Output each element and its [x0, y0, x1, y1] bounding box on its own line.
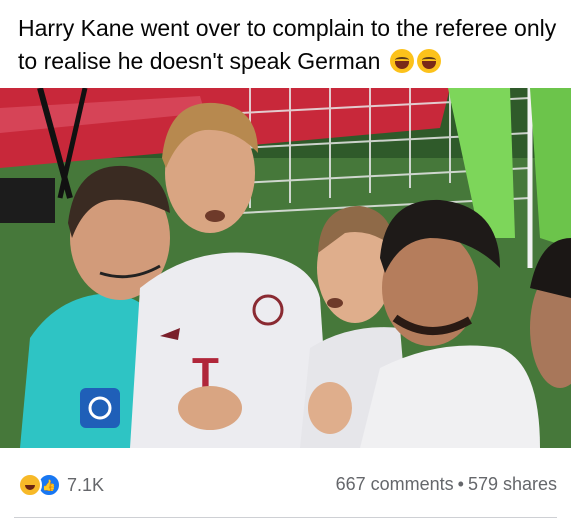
reactions-summary[interactable]: 👍 7.1K — [18, 473, 104, 497]
stats-separator: • — [457, 474, 464, 494]
tears-of-joy-emoji-icon — [416, 49, 441, 73]
tears-of-joy-emoji-icon — [389, 49, 414, 73]
post-caption: Harry Kane went over to complain to the … — [18, 12, 558, 78]
footer-divider — [14, 517, 557, 518]
post-photo[interactable]: T — [0, 88, 571, 448]
post-footer: 👍 7.1K 667 comments • 579 shares — [0, 448, 571, 524]
engagement-stats: 667 comments • 579 shares — [336, 474, 557, 495]
shares-count-link[interactable]: 579 shares — [468, 474, 557, 494]
comments-count-link[interactable]: 667 comments — [336, 474, 454, 494]
reaction-count: 7.1K — [67, 474, 105, 495]
haha-reaction-icon — [18, 473, 42, 497]
photo-scene: T — [0, 88, 571, 448]
caption-text: Harry Kane went over to complain to the … — [18, 15, 557, 74]
